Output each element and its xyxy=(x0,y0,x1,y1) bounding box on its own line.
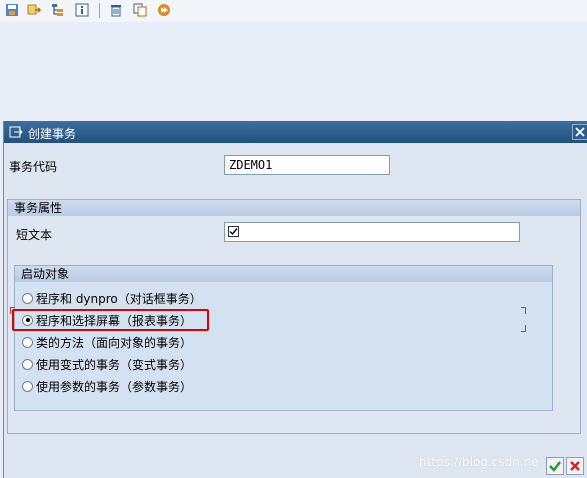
short-text-label: 短文本 xyxy=(16,228,53,242)
start-object-title: 启动对象 xyxy=(15,266,552,282)
radio-button[interactable] xyxy=(22,336,33,348)
execute-icon[interactable] xyxy=(156,2,172,18)
cancel-x-icon xyxy=(570,461,580,471)
info-icon[interactable] xyxy=(74,2,90,18)
application-toolbar xyxy=(0,0,587,22)
delete-icon[interactable] xyxy=(108,2,124,18)
radio-label: 使用参数的事务（参数事务） xyxy=(36,379,193,394)
radio-label: 使用变式的事务（变式事务） xyxy=(36,357,193,372)
hierarchy-icon[interactable] xyxy=(50,2,66,18)
radio-option-dialog-tx[interactable]: 程序和 dynpro（对话框事务） xyxy=(22,289,202,307)
radio-option-oo-tx[interactable]: 类的方法（面向对象的事务） xyxy=(22,333,192,351)
checkbox-icon xyxy=(228,226,239,237)
cancel-button[interactable] xyxy=(566,457,584,475)
create-icon xyxy=(9,125,23,139)
short-text-input[interactable] xyxy=(224,222,520,242)
tx-code-label: 事务代码 xyxy=(9,160,58,174)
annotation-highlight-box xyxy=(12,309,209,331)
expand-icon[interactable] xyxy=(26,2,42,18)
radio-button[interactable] xyxy=(22,292,33,304)
radio-button[interactable] xyxy=(22,380,33,392)
close-icon[interactable] xyxy=(572,124,587,140)
tx-code-input[interactable]: ZDEMO1 xyxy=(224,155,390,175)
radio-label: 程序和 dynpro（对话框事务） xyxy=(36,291,202,306)
tx-attributes-title: 事务属性 xyxy=(8,200,580,216)
toolbar-separator xyxy=(99,3,100,18)
dialog-title: 创建事务 xyxy=(28,127,77,141)
watermark-text: https://blog.csdn.ne xyxy=(419,455,539,469)
checkmark-icon xyxy=(549,461,561,472)
start-object-group: 启动对象 程序和 dynpro（对话框事务） 程序和选择屏幕（报表事务） 类的方… xyxy=(14,265,553,411)
dialog-titlebar: 创建事务 xyxy=(4,121,587,143)
confirm-button[interactable] xyxy=(546,457,564,475)
radio-option-parameter-tx[interactable]: 使用参数的事务（参数事务） xyxy=(22,377,192,395)
focus-bracket xyxy=(521,325,526,332)
save-local-icon[interactable] xyxy=(4,2,20,18)
radio-option-variant-tx[interactable]: 使用变式的事务（变式事务） xyxy=(22,355,192,373)
radio-label: 类的方法（面向对象的事务） xyxy=(36,335,193,350)
create-transaction-dialog: 创建事务 事务代码 ZDEMO1 事务属性 短文本 启动对象 程序和 dynpr… xyxy=(3,121,587,478)
focus-bracket xyxy=(521,307,526,314)
copy-icon[interactable] xyxy=(132,2,148,18)
radio-button[interactable] xyxy=(22,358,33,370)
